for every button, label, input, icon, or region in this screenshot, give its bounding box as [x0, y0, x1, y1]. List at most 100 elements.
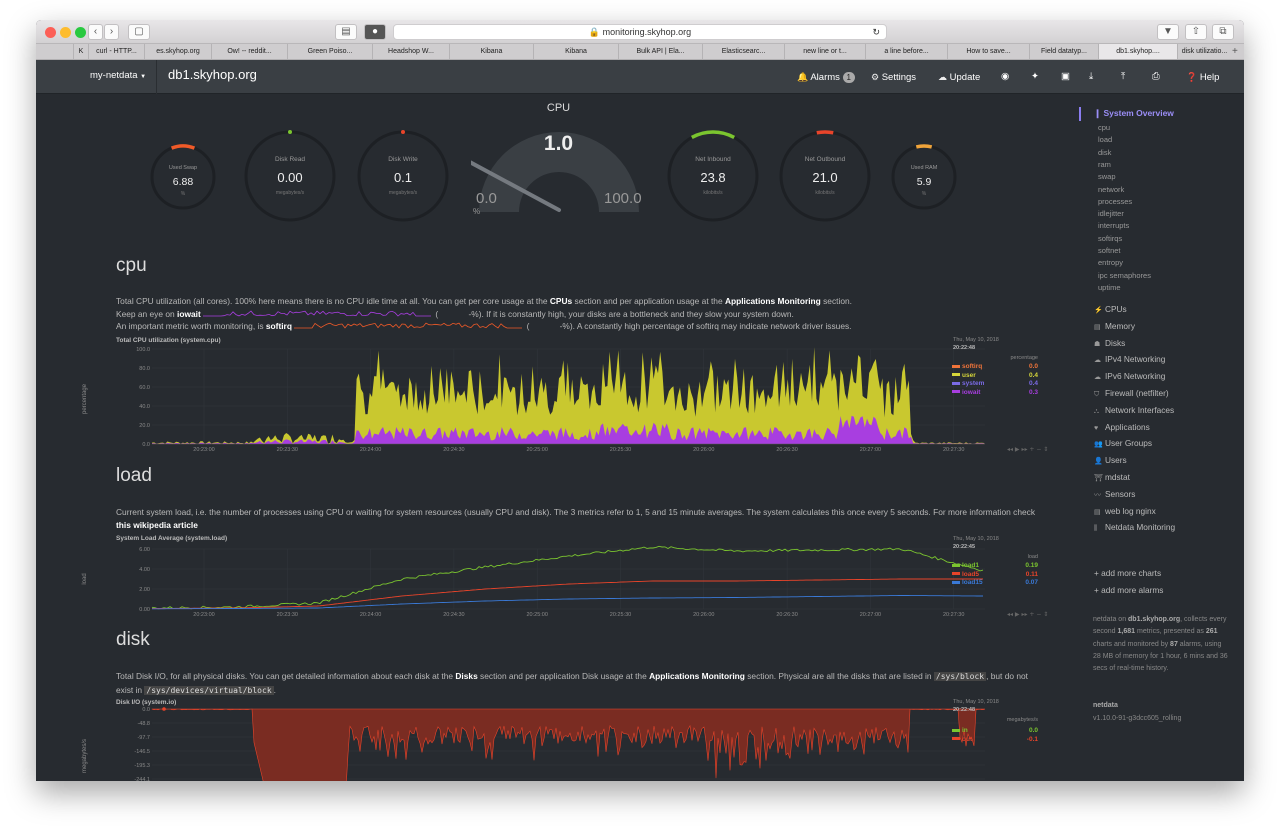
sidebar-item-memory[interactable]: ▤ Memory — [1094, 321, 1135, 331]
browser-tab[interactable]: K — [73, 44, 88, 59]
sidebar-item-applications[interactable]: ♥ Applications — [1094, 422, 1150, 432]
add-alarms-button[interactable]: + add more alarms — [1094, 585, 1163, 595]
sidebar-item-ipv6-networking[interactable]: ☁ IPv6 Networking — [1094, 371, 1165, 381]
sidebar-item-disks[interactable]: ☗ Disks — [1094, 338, 1125, 348]
cpu-gauge[interactable]: CPU 1.0 0.0 100.0 % — [464, 102, 646, 222]
sidebar-item-network-interfaces[interactable]: ⛬ Network Interfaces — [1094, 405, 1174, 416]
browser-tab[interactable]: a line before... — [865, 44, 947, 59]
apps-monitoring-link-2[interactable]: Applications Monitoring — [649, 671, 745, 681]
browser-tab[interactable]: Elasticsearc... — [702, 44, 784, 59]
disk-chart-units: megabytes/s — [1006, 717, 1038, 723]
browser-tab[interactable]: How to save... — [947, 44, 1029, 59]
update-button[interactable]: ☁ Update — [938, 69, 980, 85]
legend-item[interactable]: in 0.0 — [952, 727, 1038, 734]
y-tick-label: 100.0 — [136, 347, 150, 353]
browser-tab[interactable]: Green Poiso... — [287, 44, 372, 59]
legend-item[interactable]: system 0.4 — [952, 380, 1038, 387]
legend-item[interactable]: iowait 0.3 — [952, 389, 1038, 396]
sidebar-subitem-load[interactable]: load — [1098, 135, 1112, 144]
gauge-used-ram[interactable]: Used RAM 5.9% — [890, 143, 958, 211]
add-charts-button[interactable]: + add more charts — [1094, 568, 1161, 578]
forward-icon[interactable]: › — [104, 24, 119, 40]
sidebar-subitem-processes[interactable]: processes — [1098, 197, 1132, 206]
sidebar-item-cpus[interactable]: ⚡ CPUs — [1094, 304, 1127, 314]
settings-button[interactable]: ⚙ Settings — [871, 69, 916, 85]
help-button[interactable]: ❓ Help — [1186, 69, 1219, 85]
gauge-net-inbound[interactable]: Net Inbound 23.8 kilobits/s — [666, 129, 760, 223]
browser-tab[interactable]: Bulk API | Ela... — [618, 44, 702, 59]
browser-tab[interactable]: Headshop W... — [372, 44, 449, 59]
alarms-button[interactable]: 🔔 Alarms 1 — [797, 69, 855, 85]
cpus-link[interactable]: CPUs — [550, 296, 572, 306]
maximize-window-button[interactable] — [75, 27, 86, 38]
close-window-button[interactable] — [45, 27, 56, 38]
sidebar-subitem-idlejitter[interactable]: idlejitter — [1098, 209, 1124, 218]
gauge-used-swap[interactable]: Used Swap 6.88% — [149, 143, 217, 211]
extension-icon[interactable]: ● — [364, 24, 386, 40]
upload-icon[interactable]: ⤒ — [1121, 69, 1125, 85]
sidebar-item-ipv4-networking[interactable]: ☁ IPv4 Networking — [1094, 354, 1165, 364]
print-icon[interactable]: ⎙ — [1152, 69, 1160, 85]
browser-tab[interactable]: Kibana — [533, 44, 618, 59]
address-bar[interactable]: 🔒 monitoring.skyhop.org ↻ — [393, 24, 887, 40]
legend-item[interactable]: user 0.4 — [952, 372, 1038, 379]
sidebar-subitem-swap[interactable]: swap — [1098, 172, 1116, 181]
sidebar-subitem-interrupts[interactable]: interrupts — [1098, 221, 1129, 230]
gauge-disk-write[interactable]: Disk Write 0.1 megabytes/s — [356, 129, 450, 223]
download-icon[interactable]: ⤓ — [1089, 69, 1093, 85]
sidebar-subitem-softnet[interactable]: softnet — [1098, 246, 1121, 255]
downloads-icon[interactable]: ▼ — [1157, 24, 1179, 40]
sidebar-item-user-groups[interactable]: 👥 User Groups — [1094, 438, 1152, 448]
sidebar-item-sensors[interactable]: 〰 Sensors — [1094, 489, 1135, 500]
sidebar-subitem-uptime[interactable]: uptime — [1098, 283, 1121, 292]
sidebar-subitem-cpu[interactable]: cpu — [1098, 123, 1110, 132]
wikipedia-link[interactable]: this wikipedia article — [116, 520, 198, 530]
new-tab-icon[interactable]: + — [1232, 44, 1238, 59]
gauge-disk-read[interactable]: Disk Read 0.00 megabytes/s — [243, 129, 337, 223]
sidebar-subitem-ram[interactable]: ram — [1098, 160, 1111, 169]
sidebar-item-mdstat[interactable]: ⛩ mdstat — [1094, 472, 1130, 482]
sidebar-subitem-softirqs[interactable]: softirqs — [1098, 234, 1122, 243]
load-chart[interactable]: 6.00 4.00 2.00 0.00 20:23:00 20:23:30 20:24:00… — [80, 544, 1080, 624]
apps-monitoring-link[interactable]: Applications Monitoring — [725, 296, 821, 306]
host-name[interactable]: db1.skyhop.org — [168, 67, 257, 82]
back-icon[interactable]: ‹ — [88, 24, 103, 40]
sidebar-item-netdata-monitoring[interactable]: ⫼ Netdata Monitoring — [1094, 522, 1175, 533]
y-tick-label: 0.0 — [142, 442, 150, 448]
sidebar-item-users[interactable]: 👤 Users — [1094, 455, 1127, 465]
legend-item[interactable]: softirq 0.0 — [952, 363, 1038, 370]
tabs-overview-icon[interactable]: ⧉ — [1212, 24, 1234, 40]
legend-item[interactable]: load1 0.19 — [952, 562, 1038, 569]
github-icon[interactable]: ◉ — [1001, 69, 1009, 85]
legend-item[interactable]: load5 0.11 — [952, 571, 1038, 578]
browser-tab[interactable]: db1.skyhop.... — [1098, 44, 1177, 59]
facebook-icon[interactable]: ▣ — [1061, 69, 1070, 85]
browser-tab[interactable]: es.skyhop.org — [144, 44, 211, 59]
twitter-icon[interactable]: ✦ — [1031, 69, 1039, 85]
browser-tab[interactable]: curl - HTTP... — [88, 44, 144, 59]
disk-chart[interactable]: 0.0-48.8-97.7-146.5-195.3-244.1-293.0meg… — [80, 706, 1080, 781]
gauge-net-outbound[interactable]: Net Outbound 21.0 kilobits/s — [778, 129, 872, 223]
cpu-chart[interactable]: 100.0 80.0 60.0 40.0 20.0 0.0 20:23:00 20:23:30… — [80, 344, 1080, 454]
sidebar-item-web-log-nginx[interactable]: ▤ web log nginx — [1094, 506, 1156, 516]
browser-tab[interactable]: Field datatyp... — [1029, 44, 1098, 59]
browser-tab[interactable]: Kibana — [449, 44, 533, 59]
sidebar-toggle-icon[interactable]: ▢ — [128, 24, 150, 40]
minimize-window-button[interactable] — [60, 27, 71, 38]
legend-item[interactable]: load15 0.07 — [952, 579, 1038, 586]
reload-icon[interactable]: ↻ — [872, 25, 880, 39]
sidebar-subitem-network[interactable]: network — [1098, 185, 1124, 194]
netdata-menu-dropdown[interactable]: my-netdata ▼ — [90, 70, 146, 81]
browser-tab[interactable]: Ow! -- reddit... — [211, 44, 287, 59]
browser-tab[interactable]: new line or t... — [784, 44, 865, 59]
sidebar-item-firewall-netfilter-[interactable]: ⛉ Firewall (netfilter) — [1094, 388, 1169, 399]
browser-tab[interactable]: disk utilizatio... — [1177, 44, 1231, 59]
sidebar-system-overview[interactable]: ❙ System Overview — [1094, 108, 1174, 119]
disks-link[interactable]: Disks — [455, 671, 477, 681]
legend-item[interactable]: out -0.1 — [952, 736, 1038, 743]
sidebar-subitem-ipc-semaphores[interactable]: ipc semaphores — [1098, 271, 1151, 280]
sidebar-subitem-disk[interactable]: disk — [1098, 148, 1111, 157]
sidebar-subitem-entropy[interactable]: entropy — [1098, 258, 1123, 267]
reader-icon[interactable]: ▤ — [335, 24, 357, 40]
share-icon[interactable]: ⇧ — [1185, 24, 1207, 40]
